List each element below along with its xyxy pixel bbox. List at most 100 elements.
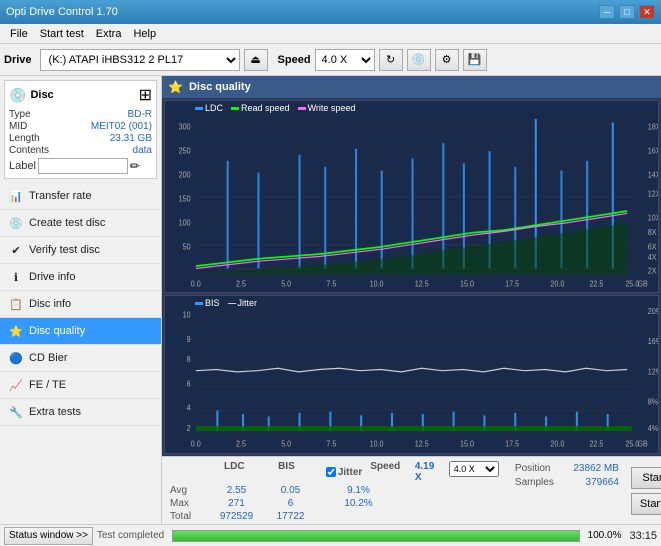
drive-select[interactable]: (K:) ATAPI iHBS312 2 PL17: [40, 49, 240, 71]
disc-details-icon[interactable]: ⊞: [139, 85, 152, 105]
svg-text:0.0: 0.0: [191, 439, 202, 449]
menu-help[interactable]: Help: [127, 27, 162, 41]
svg-text:10.0: 10.0: [370, 279, 385, 289]
svg-text:8: 8: [187, 355, 192, 365]
legend-ldc-label: LDC: [205, 103, 223, 113]
position-row: Position 23862 MB: [515, 463, 619, 474]
stats-avg-ldc: 2.55: [209, 485, 264, 496]
disc-button[interactable]: 💿: [407, 49, 431, 71]
svg-text:22.5: 22.5: [589, 439, 604, 449]
sidebar-item-verify-test-disc[interactable]: ✔ Verify test disc: [0, 237, 161, 264]
menu-extra[interactable]: Extra: [90, 27, 128, 41]
stats-header-row: LDC BIS Jitter Speed 4.19 X 4.0 X: [170, 461, 499, 483]
svg-text:200: 200: [179, 170, 192, 180]
svg-text:12%: 12%: [648, 367, 658, 377]
samples-label: Samples: [515, 477, 554, 488]
svg-text:0.0: 0.0: [191, 279, 202, 289]
svg-text:10.0: 10.0: [370, 439, 385, 449]
sidebar: 💿 Disc ⊞ Type BD-R MID MEIT02 (001) Leng…: [0, 76, 162, 524]
svg-text:2: 2: [187, 424, 191, 434]
sidebar-item-drive-info[interactable]: ℹ Drive info: [0, 264, 161, 291]
svg-text:150: 150: [179, 194, 192, 204]
svg-text:5.0: 5.0: [281, 439, 292, 449]
sidebar-item-create-test-disc-label: Create test disc: [29, 217, 105, 229]
bottom-chart: BIS Jitter 10: [164, 295, 659, 454]
legend-bis-dot: [195, 302, 203, 305]
sidebar-item-drive-info-label: Drive info: [29, 271, 75, 283]
disc-type-value: BD-R: [128, 109, 152, 120]
stats-total-row: Total 972529 17722: [170, 511, 499, 522]
stats-max-sep: [317, 498, 327, 509]
svg-text:5.0: 5.0: [281, 279, 292, 289]
disc-length-row: Length 23.31 GB: [9, 133, 152, 144]
sidebar-item-transfer-rate-label: Transfer rate: [29, 190, 92, 202]
save-button[interactable]: 💾: [463, 49, 487, 71]
sidebar-item-fe-te[interactable]: 📈 FE / TE: [0, 372, 161, 399]
content-area: ⭐ Disc quality LDC Read speed: [162, 76, 661, 524]
status-window-button[interactable]: Status window >>: [4, 527, 93, 545]
legend-jitter: Jitter: [228, 298, 258, 308]
stats-max-row: Max 271 6 10.2%: [170, 498, 499, 509]
refresh-button[interactable]: ↻: [379, 49, 403, 71]
legend-bis-label: BIS: [205, 298, 220, 308]
disc-label-btn[interactable]: ✏: [130, 159, 140, 173]
svg-text:15.0: 15.0: [460, 279, 475, 289]
sidebar-item-cd-bier-label: CD Bier: [29, 352, 68, 364]
disc-contents-row: Contents data: [9, 145, 152, 156]
legend-bis: BIS: [195, 298, 220, 308]
minimize-button[interactable]: ─: [599, 5, 615, 19]
disc-mid-label: MID: [9, 121, 27, 132]
extra-tests-icon: 🔧: [8, 404, 24, 420]
top-chart: LDC Read speed Write speed: [164, 100, 659, 293]
svg-text:16%: 16%: [648, 337, 658, 347]
content-header-icon: ⭐: [168, 80, 183, 94]
status-time: 33:15: [629, 530, 657, 542]
sidebar-item-verify-test-disc-label: Verify test disc: [29, 244, 100, 256]
disc-mid-row: MID MEIT02 (001): [9, 121, 152, 132]
sidebar-item-disc-info-label: Disc info: [29, 298, 71, 310]
sidebar-item-extra-tests[interactable]: 🔧 Extra tests: [0, 399, 161, 426]
position-section: Position 23862 MB Samples 379664: [507, 457, 627, 524]
drive-info-icon: ℹ: [8, 269, 24, 285]
svg-text:GB: GB: [637, 279, 647, 289]
legend-jitter-label: Jitter: [238, 298, 258, 308]
start-full-button[interactable]: Start full: [631, 467, 661, 489]
eject-button[interactable]: ⏏: [244, 49, 268, 71]
svg-text:9: 9: [187, 335, 191, 345]
sidebar-item-disc-quality[interactable]: ⭐ Disc quality: [0, 318, 161, 345]
stats-jitter-check-container: Jitter: [326, 461, 362, 483]
transfer-rate-icon: 📊: [8, 188, 24, 204]
stats-speed-current: 4.19 X: [415, 461, 443, 483]
stats-header-jitter: Jitter: [338, 467, 362, 478]
maximize-button[interactable]: □: [619, 5, 635, 19]
settings-button[interactable]: ⚙: [435, 49, 459, 71]
content-header-title: Disc quality: [189, 81, 251, 93]
speed-select[interactable]: 4.0 X 2.0 X 8.0 X: [315, 49, 375, 71]
disc-label-input[interactable]: [38, 158, 128, 174]
menu-file[interactable]: File: [4, 27, 34, 41]
sidebar-item-create-test-disc[interactable]: 💿 Create test disc: [0, 210, 161, 237]
legend-jitter-dot: [228, 303, 236, 304]
svg-text:4X: 4X: [648, 253, 658, 263]
stats-avg-label: Avg: [170, 485, 205, 496]
stats-total-ldc: 972529: [209, 511, 264, 522]
stats-max-jitter: 10.2%: [331, 498, 386, 509]
sidebar-item-cd-bier[interactable]: 🔵 CD Bier: [0, 345, 161, 372]
sidebar-item-disc-info[interactable]: 📋 Disc info: [0, 291, 161, 318]
sidebar-item-transfer-rate[interactable]: 📊 Transfer rate: [0, 183, 161, 210]
disc-label-row: Label ✏: [9, 158, 152, 174]
start-part-button[interactable]: Start part: [631, 493, 661, 515]
progress-percent: 100.0%: [588, 530, 622, 541]
jitter-checkbox[interactable]: [326, 467, 336, 477]
menu-start-test[interactable]: Start test: [34, 27, 90, 41]
sidebar-item-disc-quality-label: Disc quality: [29, 325, 85, 337]
stats-avg-sep: [317, 485, 327, 496]
disc-panel-header: 💿 Disc ⊞: [9, 85, 152, 105]
speed-label: Speed: [278, 54, 311, 66]
svg-text:250: 250: [179, 146, 192, 156]
svg-text:7.5: 7.5: [326, 279, 337, 289]
close-button[interactable]: ✕: [639, 5, 655, 19]
stats-speed-select[interactable]: 4.0 X: [449, 461, 499, 477]
stats-table: LDC BIS Jitter Speed 4.19 X 4.0 X Avg: [162, 457, 507, 524]
svg-text:8X: 8X: [648, 227, 658, 237]
